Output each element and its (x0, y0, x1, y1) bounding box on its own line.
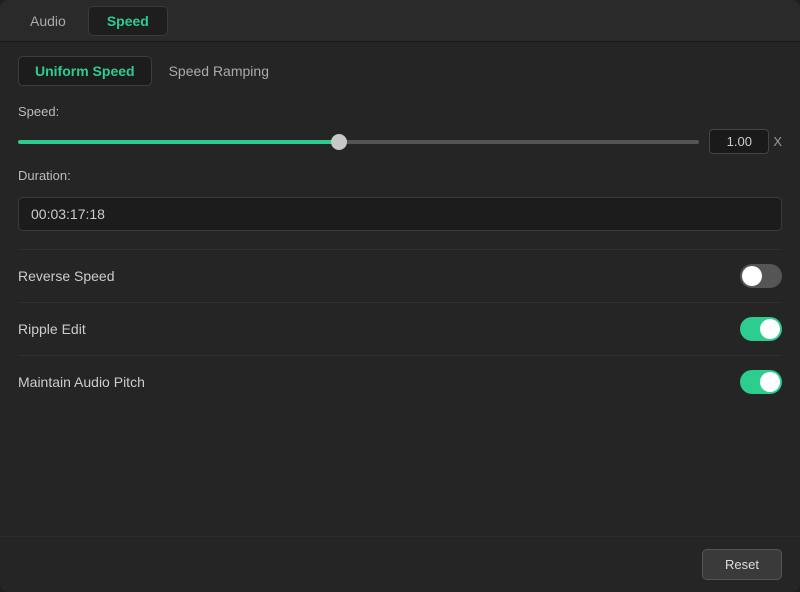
app-container: Audio Speed Uniform Speed Speed Ramping … (0, 0, 800, 592)
reverse-speed-label: Reverse Speed (18, 268, 115, 284)
duration-label: Duration: (18, 168, 782, 183)
tab-speed[interactable]: Speed (88, 6, 168, 36)
ripple-edit-toggle[interactable] (740, 317, 782, 341)
maintain-pitch-toggle[interactable] (740, 370, 782, 394)
speed-slider[interactable] (18, 140, 699, 144)
duration-input[interactable] (18, 197, 782, 231)
maintain-pitch-knob (760, 372, 780, 392)
speed-value-input[interactable] (709, 129, 769, 154)
speed-input-group: X (709, 129, 782, 154)
speed-slider-container (18, 132, 699, 152)
subtab-speed-ramping[interactable]: Speed Ramping (152, 56, 286, 86)
footer: Reset (0, 536, 800, 592)
ripple-edit-knob (760, 319, 780, 339)
top-tabs: Audio Speed (0, 0, 800, 42)
duration-section: Duration: (18, 168, 782, 231)
speed-x-label[interactable]: X (773, 134, 782, 149)
speed-label: Speed: (18, 104, 782, 119)
speed-section: Speed: X (18, 104, 782, 154)
reset-button[interactable]: Reset (702, 549, 782, 580)
tab-audio[interactable]: Audio (12, 7, 84, 35)
subtab-uniform-speed[interactable]: Uniform Speed (18, 56, 152, 86)
sub-tabs: Uniform Speed Speed Ramping (18, 56, 782, 86)
ripple-edit-label: Ripple Edit (18, 321, 86, 337)
spacer (18, 408, 782, 522)
maintain-pitch-label: Maintain Audio Pitch (18, 374, 145, 390)
reverse-speed-knob (742, 266, 762, 286)
speed-row: X (18, 129, 782, 154)
content-area: Uniform Speed Speed Ramping Speed: X Dur… (0, 42, 800, 536)
toggle-row-ripple-edit: Ripple Edit (18, 302, 782, 355)
toggle-row-maintain-pitch: Maintain Audio Pitch (18, 355, 782, 408)
toggle-row-reverse-speed: Reverse Speed (18, 249, 782, 302)
reverse-speed-toggle[interactable] (740, 264, 782, 288)
